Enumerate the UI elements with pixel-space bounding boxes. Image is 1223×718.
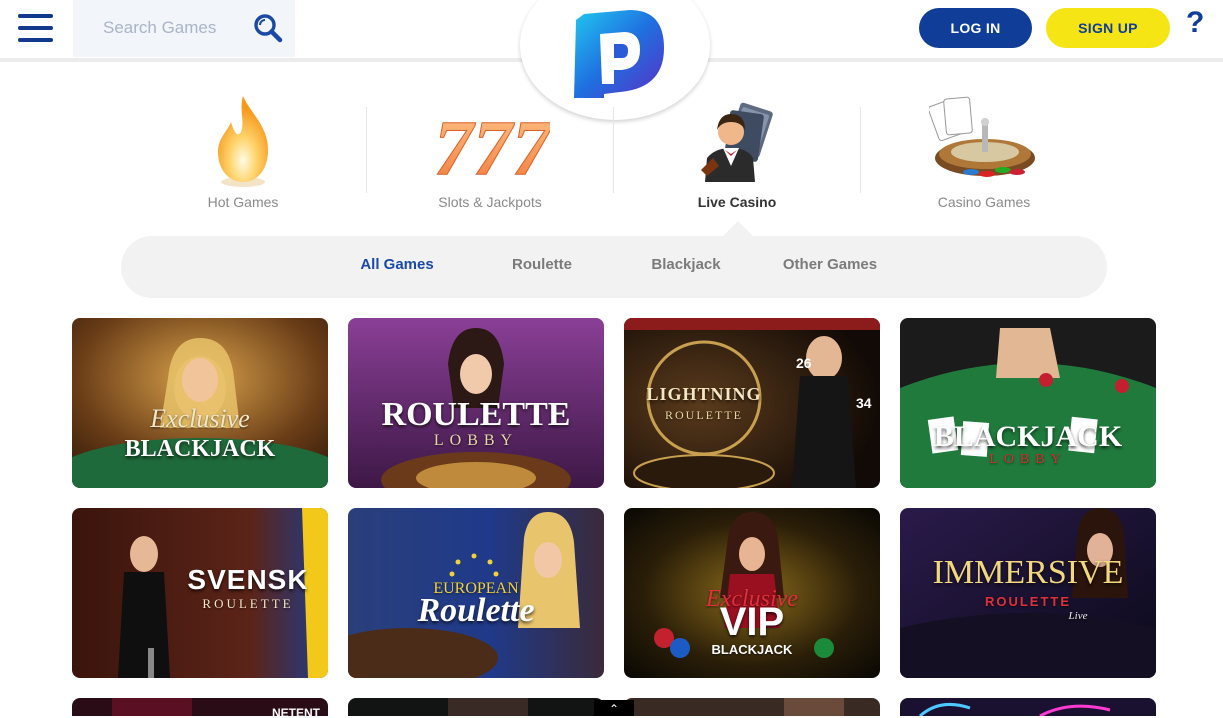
svg-text:777: 777 (434, 104, 550, 191)
game-subtitle-secondary: Live (1068, 610, 1088, 622)
game-thumbnail (900, 508, 1156, 678)
category-divider (613, 107, 614, 193)
signup-button[interactable]: SIGN UP (1046, 8, 1170, 48)
game-tile-lightning-roulette[interactable]: 26 34 LIGHTNING ROULETTE (624, 318, 880, 488)
help-icon[interactable]: ? (1186, 6, 1208, 40)
logo-icon[interactable] (570, 8, 664, 100)
game-title: BLACKJACK (124, 436, 276, 462)
roulette-wheel-icon (929, 96, 1035, 177)
provider-logo: NETENT (272, 706, 320, 716)
category-label: Slots & Jackpots (438, 194, 542, 210)
game-subtitle: ROULETTE (665, 408, 743, 422)
game-title: ROULETTE (381, 396, 571, 433)
menu-icon[interactable] (18, 14, 54, 42)
game-title: IMMERSIVE (932, 554, 1124, 591)
scroll-to-top-button[interactable]: ⌃ (594, 700, 634, 716)
category-hot-games[interactable]: Hot Games (173, 92, 313, 217)
game-tile-blackjack-lobby[interactable]: BLACKJACK LOBBY (900, 318, 1156, 488)
category-casino-games[interactable]: Casino Games (914, 92, 1054, 217)
game-subtitle: Exclusive (150, 404, 250, 433)
active-category-indicator (723, 221, 753, 236)
game-subtitle: LOBBY (989, 452, 1067, 467)
game-title: LIGHTNING (646, 384, 762, 404)
game-tile-roulette-lobby[interactable]: ROULETTE LOBBY (348, 318, 604, 488)
game-title: VIP (719, 600, 785, 644)
category-label: Live Casino (697, 194, 777, 210)
game-title: BLACKJACK (933, 420, 1123, 453)
tab-all-games[interactable]: All Games (337, 256, 457, 278)
search-icon[interactable] (253, 13, 283, 43)
game-tile-exclusive-vip-blackjack[interactable]: Exclusive VIP BLACKJACK (624, 508, 880, 678)
svg-text:34: 34 (856, 395, 872, 411)
game-title: SVENSK (187, 564, 309, 595)
dealer-icon (701, 102, 773, 182)
svg-text:26: 26 (796, 355, 812, 371)
game-tile-european-roulette[interactable]: EUROPEAN Roulette (348, 508, 604, 678)
category-divider (366, 107, 367, 193)
game-tile-partial[interactable] (900, 698, 1156, 716)
game-thumbnail (624, 698, 880, 716)
flame-icon (218, 96, 268, 187)
category-label: Hot Games (207, 194, 279, 210)
game-tile-immersive-roulette[interactable]: IMMERSIVE ROULETTE Live (900, 508, 1156, 678)
game-tile-partial[interactable] (348, 698, 604, 716)
game-subtitle: ROULETTE (984, 594, 1072, 609)
subcategory-bar (121, 236, 1107, 298)
game-thumbnail (348, 698, 604, 716)
game-title: Roulette (417, 592, 535, 629)
game-tile-partial[interactable] (624, 698, 880, 716)
game-tile-partial[interactable]: NETENT (72, 698, 328, 716)
triple-seven-icon: 777 (434, 104, 551, 192)
game-tile-svensk-roulette[interactable]: SVENSK ROULETTE (72, 508, 328, 678)
game-subtitle-secondary: BLACKJACK (711, 642, 793, 657)
category-live-casino[interactable]: Live Casino (667, 92, 807, 217)
game-tile-exclusive-blackjack[interactable]: Exclusive BLACKJACK (72, 318, 328, 488)
login-button[interactable]: LOG IN (919, 8, 1032, 48)
category-divider (860, 107, 861, 193)
search-input[interactable] (101, 14, 255, 42)
tab-roulette[interactable]: Roulette (482, 256, 602, 278)
category-slots-jackpots[interactable]: 777 Slots & Jackpots (420, 92, 560, 217)
game-subtitle: ROULETTE (202, 596, 294, 611)
tab-blackjack[interactable]: Blackjack (626, 256, 746, 278)
tab-other-games[interactable]: Other Games (770, 256, 890, 278)
game-subtitle: LOBBY (433, 432, 519, 449)
category-label: Casino Games (937, 194, 1031, 210)
game-thumbnail (900, 698, 1156, 716)
